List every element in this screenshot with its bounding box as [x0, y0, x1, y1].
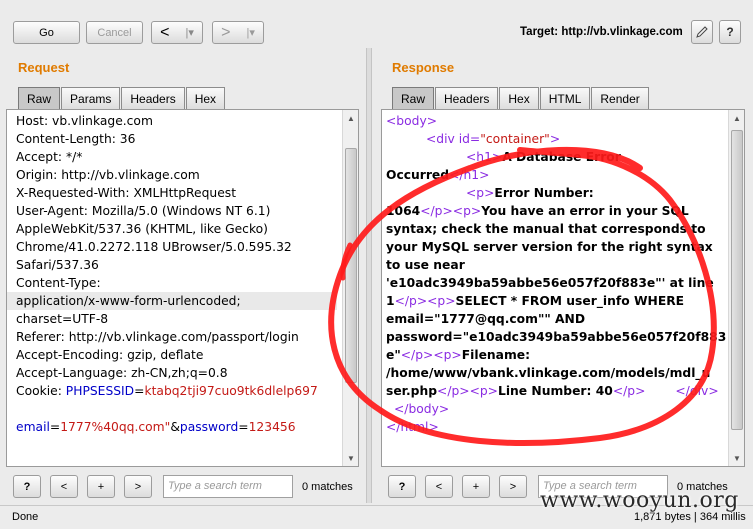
tab-headers[interactable]: Headers — [435, 87, 499, 109]
request-line: Chrome/41.0.2272.118 UBrowser/5.0.595.32 — [16, 240, 292, 254]
tab-params[interactable]: Params — [61, 87, 121, 109]
request-line: User-Agent: Mozilla/5.0 (Windows NT 6.1) — [16, 204, 271, 218]
tab-html[interactable]: HTML — [539, 87, 591, 109]
go-button[interactable]: Go — [13, 21, 80, 44]
response-search-next-button[interactable]: > — [499, 475, 527, 498]
response-line: to use near — [386, 258, 465, 272]
edit-target-button[interactable] — [691, 20, 713, 44]
response-line: 1</p><p>SELECT * FROM user_info WHERE — [386, 294, 685, 308]
response-search-help-button[interactable]: ? — [388, 475, 416, 498]
request-line: Origin: http://vb.vlinkage.com — [16, 168, 200, 182]
tab-hex[interactable]: Hex — [185, 87, 226, 109]
request-search-input[interactable]: Type a search term — [163, 475, 293, 498]
request-tabs: Raw Params Headers Hex — [18, 87, 226, 109]
request-line: Host: vb.vlinkage.com — [16, 114, 153, 128]
response-line: </html> — [386, 420, 439, 434]
request-scrollbar[interactable]: ▲ ▼ — [342, 110, 358, 466]
back-arrow-icon: < — [160, 23, 170, 41]
response-line: email="1777@qq.com"" AND — [386, 312, 586, 326]
response-text: <body> <div id="container"> <h1>A Databa… — [386, 112, 726, 436]
response-search-prev-button[interactable]: < — [425, 475, 453, 498]
response-line: Occurred</h1> — [386, 168, 490, 182]
response-line: 1064</p><p>You have an error in your SQL — [386, 204, 689, 218]
request-line: Accept-Encoding: gzip, deflate — [16, 348, 204, 362]
request-line: Accept-Language: zh-CN,zh;q=0.8 — [16, 366, 228, 380]
request-search-help-button[interactable]: ? — [13, 475, 41, 498]
scroll-up-icon[interactable]: ▲ — [730, 111, 744, 125]
request-search-next-button[interactable]: > — [124, 475, 152, 498]
request-line: Content-Length: 36 — [16, 132, 136, 146]
scroll-down-icon[interactable]: ▼ — [730, 451, 744, 465]
back-menu-icon: |▾ — [185, 27, 194, 39]
response-line: your MySQL server version for the right … — [386, 240, 713, 254]
forward-arrow-icon: > — [221, 23, 231, 41]
pane-divider[interactable] — [366, 48, 372, 503]
response-line: <body> — [386, 114, 438, 128]
status-text: Done — [12, 511, 39, 523]
request-line: Safari/537.36 — [16, 258, 99, 272]
cancel-button[interactable]: Cancel — [86, 21, 143, 44]
request-editor[interactable]: Host: vb.vlinkage.com Content-Length: 36… — [6, 109, 359, 467]
request-line: Content-Type: — [16, 276, 101, 290]
response-line: 'e10adc3949ba59abbe56e057f20f883e"' at l… — [386, 276, 714, 290]
response-line: e"</p><p>Filename: — [386, 348, 531, 362]
tab-headers[interactable]: Headers — [121, 87, 185, 109]
response-title: Response — [392, 60, 455, 75]
response-line: syntax; check the manual that correspond… — [386, 222, 706, 236]
cookie-line: Cookie: PHPSESSID=ktabq2tji97cuo9tk6dlel… — [16, 384, 318, 398]
request-line: Accept: */* — [16, 150, 83, 164]
tab-render[interactable]: Render — [591, 87, 649, 109]
request-body: email=1777%40qq.com"&password=123456 — [16, 420, 296, 434]
request-line: X-Requested-With: XMLHttpRequest — [16, 186, 237, 200]
burp-repeater-window: Go Cancel < |▾ > |▾ Target: http://vb.vl… — [0, 0, 753, 529]
tab-raw[interactable]: Raw — [392, 87, 435, 109]
help-button[interactable]: ? — [719, 20, 741, 44]
response-line: /home/www/vbank.vlinkage.com/models/mdl_… — [386, 366, 711, 380]
request-search-add-button[interactable]: + — [87, 475, 115, 498]
request-title: Request — [18, 60, 70, 75]
response-editor[interactable]: <body> <div id="container"> <h1>A Databa… — [381, 109, 745, 467]
response-line: ser.php</p><p>Line Number: 40</p> </div> — [386, 384, 719, 398]
tab-raw[interactable]: Raw — [18, 87, 61, 109]
scroll-thumb[interactable] — [731, 130, 743, 430]
response-search-add-button[interactable]: + — [462, 475, 490, 498]
request-line: application/x-www-form-urlencoded; — [7, 292, 337, 310]
request-matches: 0 matches — [302, 481, 353, 493]
response-line: <div id="container"> — [426, 132, 561, 146]
request-line: charset=UTF-8 — [16, 312, 109, 326]
response-line: <h1>A Database Error — [466, 150, 621, 164]
response-tabs: Raw Headers Hex HTML Render — [392, 87, 650, 109]
forward-button[interactable]: > |▾ — [212, 21, 264, 44]
response-line: </body> — [394, 402, 450, 416]
forward-menu-icon: |▾ — [246, 27, 255, 39]
scroll-up-icon[interactable]: ▲ — [344, 111, 358, 125]
request-line: AppleWebKit/537.36 (KHTML, like Gecko) — [16, 222, 268, 236]
pencil-icon — [696, 26, 708, 38]
scroll-thumb[interactable] — [345, 148, 357, 383]
question-icon: ? — [726, 25, 734, 39]
tab-hex[interactable]: Hex — [499, 87, 539, 109]
request-search-prev-button[interactable]: < — [50, 475, 78, 498]
watermark: www.wooyun.org — [540, 488, 739, 513]
response-scrollbar[interactable]: ▲ ▼ — [728, 110, 744, 466]
request-text: Host: vb.vlinkage.com Content-Length: 36… — [7, 112, 337, 436]
response-line: password="e10adc3949ba59abbe56e057f20f88… — [386, 330, 727, 344]
response-line: <p>Error Number: — [466, 186, 594, 200]
scroll-down-icon[interactable]: ▼ — [344, 451, 358, 465]
target-label: Target: http://vb.vlinkage.com — [520, 26, 683, 38]
request-line: Referer: http://vb.vlinkage.com/passport… — [16, 330, 299, 344]
back-button[interactable]: < |▾ — [151, 21, 203, 44]
